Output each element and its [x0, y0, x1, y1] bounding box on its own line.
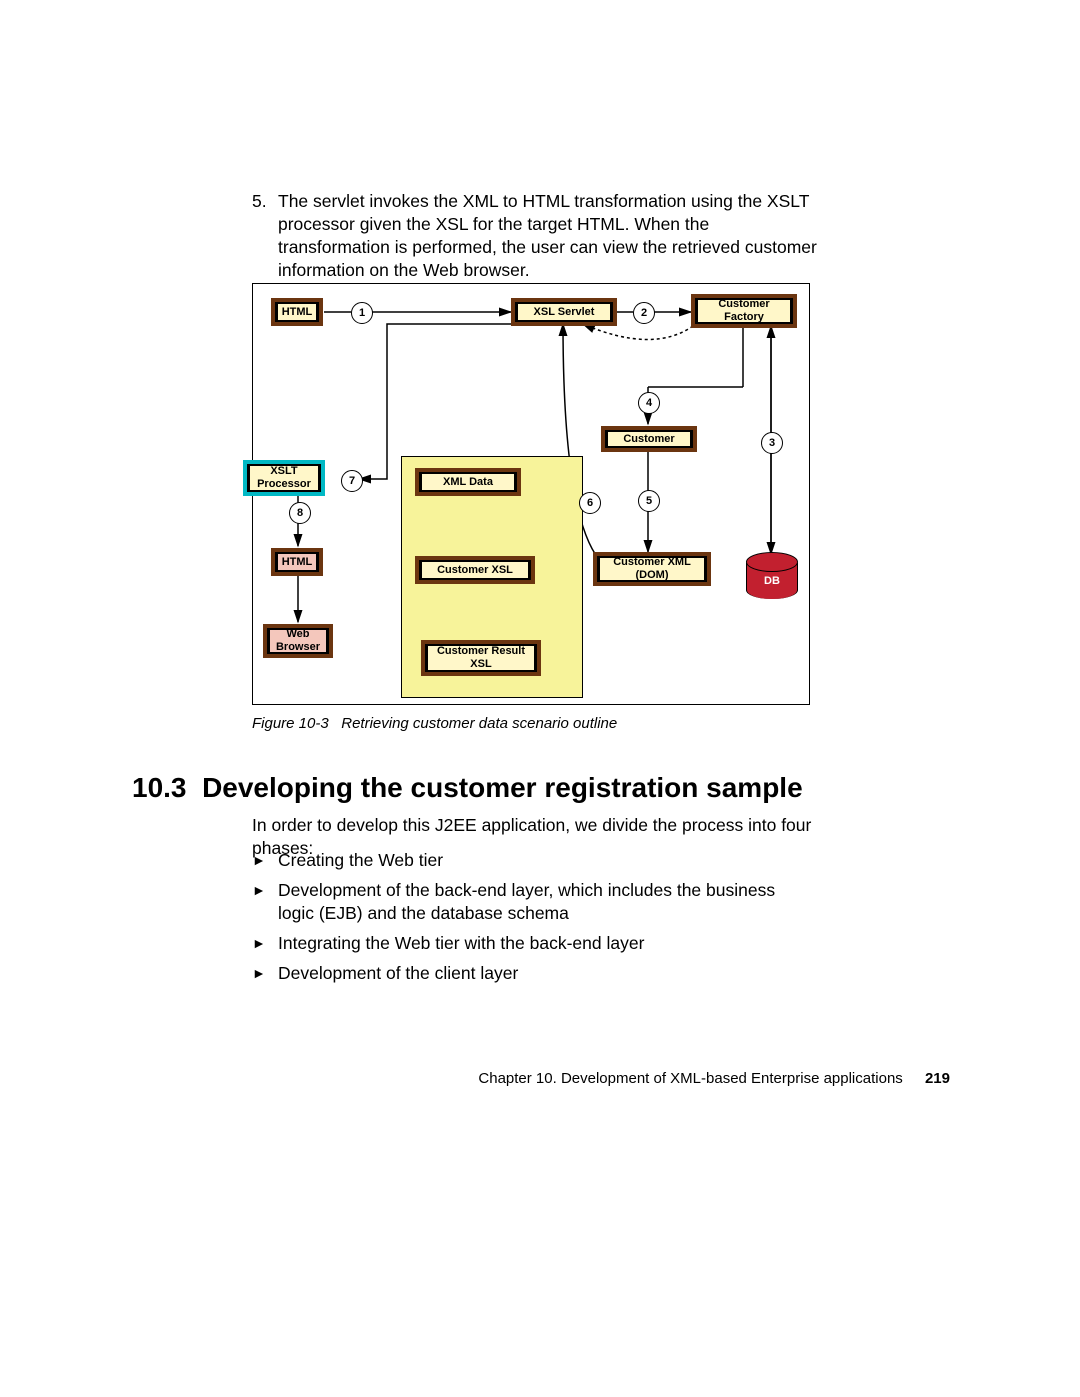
box-customer-xsl: Customer XSL [415, 556, 535, 584]
box-customer: Customer [601, 426, 697, 452]
box-html-left: HTML [271, 548, 323, 576]
figure-caption-label: Figure 10-3 [252, 715, 329, 732]
footer-chapter: Chapter 10. Development of XML-based Ent… [478, 1070, 902, 1087]
diagram: HTML XSL Servlet Customer Factory Custom… [252, 283, 810, 705]
box-html-top-label: HTML [277, 303, 317, 321]
section-title: Developing the customer registration sam… [202, 772, 803, 803]
bullet-item: ► Creating the Web tier [252, 849, 812, 872]
box-customer-label: Customer [607, 431, 691, 447]
badge-3: 3 [761, 432, 783, 454]
bullet-icon: ► [252, 964, 266, 982]
bullet-text: Development of the client layer [278, 963, 518, 983]
box-html-top: HTML [271, 298, 323, 326]
bullet-icon: ► [252, 934, 266, 952]
bullet-list: ► Creating the Web tier ► Development of t… [252, 842, 812, 992]
figure-caption: Figure 10-3 Retrieving customer data sce… [252, 715, 812, 732]
bullet-icon: ► [252, 851, 266, 869]
figure-caption-text: Retrieving customer data scenario outlin… [341, 715, 617, 732]
footer-page-number: 219 [925, 1070, 950, 1087]
box-customer-factory: Customer Factory [691, 294, 797, 328]
bullet-text: Creating the Web tier [278, 850, 443, 870]
box-web-browser: Web Browser [263, 624, 333, 658]
page-footer: Chapter 10. Development of XML-based Ent… [0, 1070, 1080, 1087]
badge-1: 1 [351, 302, 373, 324]
box-customer-factory-label: Customer Factory [697, 299, 791, 323]
badge-6: 6 [579, 492, 601, 514]
badge-7: 7 [341, 470, 363, 492]
box-xslt-processor: XSLT Processor [243, 460, 325, 496]
step-5-paragraph: 5. The servlet invokes the XML to HTML t… [278, 190, 818, 282]
box-web-browser-label: Web Browser [269, 629, 327, 653]
db-cylinder: DB [746, 552, 798, 599]
bullet-text: Integrating the Web tier with the back-e… [278, 933, 644, 953]
box-customer-xml-dom: Customer XML (DOM) [593, 552, 711, 586]
box-xml-data: XML Data [415, 468, 521, 496]
section-number: 10.3 [132, 772, 187, 803]
badge-5: 5 [638, 490, 660, 512]
box-customer-result-xsl-label: Customer Result XSL [427, 645, 535, 671]
badge-8: 8 [289, 502, 311, 524]
bullet-item: ► Development of the back-end layer, whic… [252, 879, 812, 925]
step-text: The servlet invokes the XML to HTML tran… [278, 191, 817, 280]
bullet-item: ► Integrating the Web tier with the back-… [252, 932, 812, 955]
box-xslt-processor-label: XSLT Processor [249, 465, 319, 491]
box-xsl-servlet-label: XSL Servlet [517, 303, 611, 321]
box-xsl-servlet: XSL Servlet [511, 298, 617, 326]
box-customer-xsl-label: Customer XSL [421, 561, 529, 579]
box-customer-xml-dom-label: Customer XML (DOM) [599, 557, 705, 581]
box-customer-result-xsl: Customer Result XSL [421, 640, 541, 676]
bullet-item: ► Development of the client layer [252, 962, 812, 985]
box-html-left-label: HTML [277, 553, 317, 571]
figure-10-3: HTML XSL Servlet Customer Factory Custom… [252, 283, 812, 732]
badge-4: 4 [638, 392, 660, 414]
section-heading: 10.3 Developing the customer registratio… [132, 772, 803, 804]
page: 5. The servlet invokes the XML to HTML t… [0, 0, 1080, 1397]
box-xml-data-label: XML Data [421, 473, 515, 491]
bullet-icon: ► [252, 881, 266, 899]
bullet-text: Development of the back-end layer, which… [278, 880, 775, 923]
badge-2: 2 [633, 302, 655, 324]
step-number: 5. [252, 190, 267, 213]
